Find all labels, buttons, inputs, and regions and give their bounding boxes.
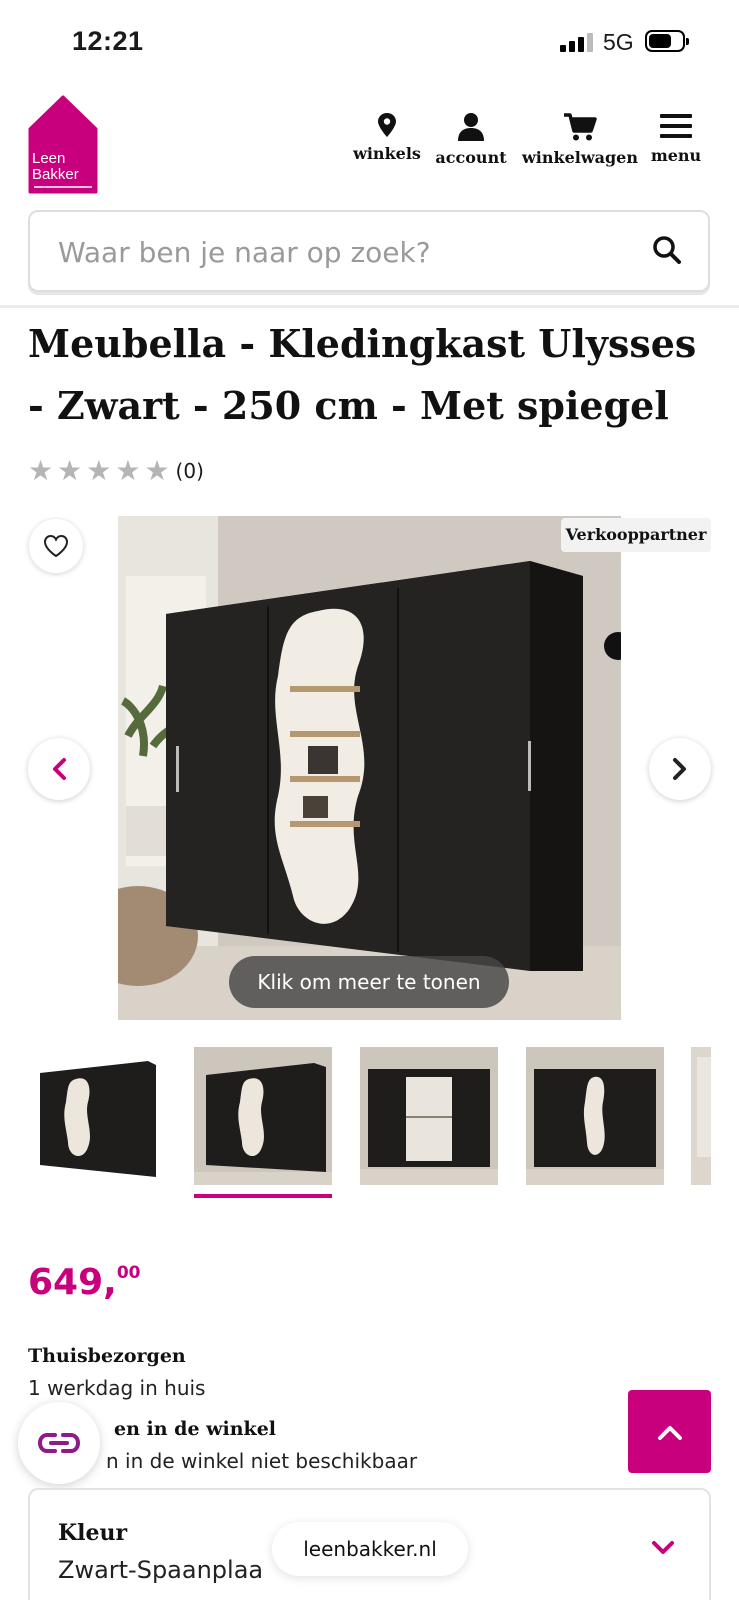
nav-cart-label: winkelwagen — [522, 148, 638, 167]
map-pin-icon — [378, 113, 396, 137]
star-icon: ★ — [86, 455, 112, 486]
home-delivery-title: Thuisbezorgen — [28, 1345, 186, 1367]
nav-menu[interactable]: menu — [648, 112, 704, 182]
search-input[interactable]: Waar ben je naar op zoek? — [28, 210, 710, 292]
product-price: 649,00 — [28, 1262, 141, 1303]
store-pickup-title: en in de winkel — [114, 1418, 277, 1440]
star-icon: ★ — [115, 455, 141, 486]
nav-account[interactable]: account — [434, 112, 508, 182]
leen-bakker-logo[interactable]: Leen Bakker — [28, 95, 98, 195]
product-main-image[interactable] — [118, 516, 621, 1020]
gallery-next-button[interactable] — [649, 738, 711, 800]
star-icon: ★ — [144, 455, 170, 486]
chevron-down-icon — [652, 1541, 674, 1554]
seller-partner-badge: Verkooppartner — [561, 518, 711, 552]
header-divider — [0, 305, 739, 308]
signal-icon — [560, 32, 594, 52]
store-pickup-text: n in de winkel niet beschikbaar — [106, 1449, 418, 1473]
user-icon — [458, 113, 484, 141]
shopping-cart-icon — [564, 113, 597, 141]
search-icon[interactable] — [652, 235, 682, 265]
thumbnail-1[interactable] — [28, 1047, 166, 1185]
status-bar: 12:21 5G — [0, 0, 739, 84]
star-icon: ★ — [28, 455, 54, 486]
hamburger-menu-icon — [660, 114, 692, 138]
chat-icon — [37, 1433, 81, 1453]
heart-icon — [43, 534, 69, 558]
status-time: 12:21 — [72, 26, 144, 56]
nav-menu-label: menu — [650, 146, 702, 165]
gallery-prev-button[interactable] — [28, 738, 90, 800]
logo-word-2: Bakker — [32, 166, 79, 183]
nav-cart[interactable]: winkelwagen — [517, 112, 643, 182]
chevron-left-icon — [53, 758, 66, 780]
nav-account-label: account — [435, 148, 507, 167]
show-more-images-button[interactable]: Klik om meer te tonen — [229, 956, 509, 1008]
chevron-right-icon — [673, 758, 686, 780]
thumbnail-strip — [28, 1047, 711, 1199]
battery-icon — [645, 30, 689, 52]
thumbnail-5[interactable] — [691, 1047, 711, 1185]
rating[interactable]: ★ ★ ★ ★ ★ (0) — [28, 456, 204, 486]
chevron-up-icon — [657, 1425, 682, 1440]
review-count: (0) — [175, 459, 204, 483]
logo-word-1: Leen — [32, 150, 66, 167]
star-icon: ★ — [57, 455, 83, 486]
thumbnail-4[interactable] — [526, 1047, 664, 1185]
selected-thumbnail-indicator — [194, 1194, 332, 1198]
thumbnail-2[interactable] — [194, 1047, 332, 1185]
browser-url-bar[interactable]: leenbakker.nl — [272, 1522, 468, 1576]
thumbnail-3[interactable] — [360, 1047, 498, 1185]
network-type: 5G — [603, 29, 634, 55]
color-label: Kleur — [58, 1520, 128, 1546]
nav-stores-label: winkels — [353, 144, 421, 163]
search-placeholder: Waar ben je naar op zoek? — [58, 236, 431, 269]
scroll-to-top-button[interactable] — [628, 1390, 711, 1473]
price-integer: 649, — [28, 1262, 117, 1303]
product-title: Meubella - Kledingkast Ulysses - Zwart -… — [28, 321, 697, 428]
price-decimal: 00 — [116, 1263, 141, 1283]
favorite-button[interactable] — [29, 519, 83, 573]
chat-button[interactable] — [18, 1402, 100, 1484]
home-delivery-text: 1 werkdag in huis — [28, 1376, 206, 1400]
nav-stores[interactable]: winkels — [345, 112, 429, 182]
color-value: Zwart-Spaanplaa — [58, 1556, 264, 1584]
